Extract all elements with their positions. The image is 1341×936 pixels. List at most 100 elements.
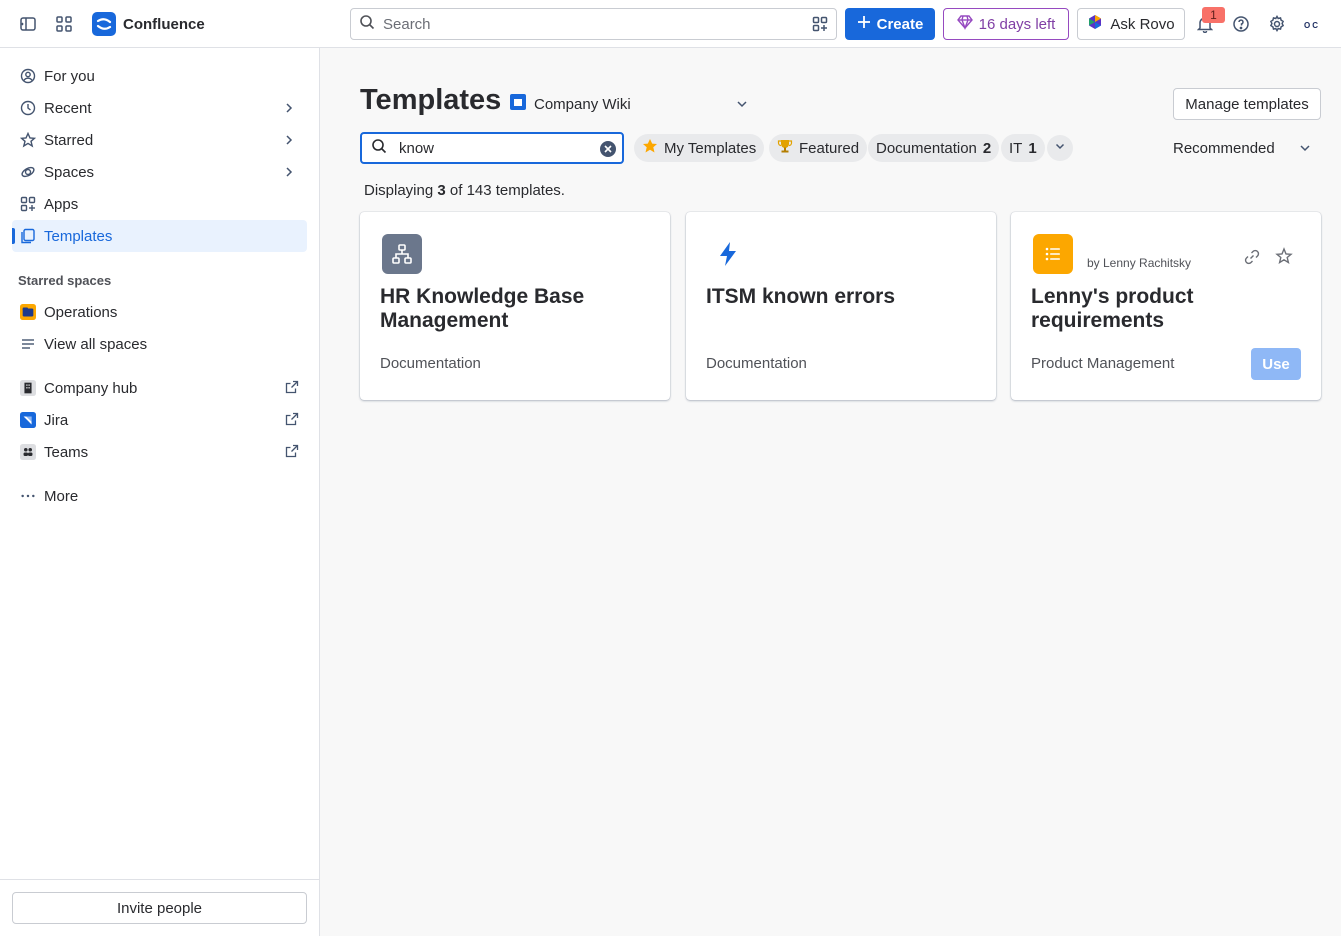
- search-input[interactable]: [383, 15, 783, 33]
- sidebar-item-label: Teams: [44, 443, 89, 461]
- chevron-right-icon[interactable]: [281, 100, 297, 120]
- sidebar-toggle-icon[interactable]: [16, 12, 40, 36]
- sidebar-item-label: Recent: [44, 99, 92, 117]
- sidebar-item-view-all-spaces[interactable]: View all spaces: [12, 328, 307, 360]
- active-indicator: [12, 228, 15, 244]
- confluence-logo[interactable]: Confluence: [92, 12, 205, 36]
- card-category: Documentation: [706, 355, 807, 372]
- card-category: Product Management: [1031, 355, 1175, 372]
- clock-icon: [20, 100, 36, 116]
- operations-space-icon: [20, 304, 36, 320]
- star-icon[interactable]: [1275, 247, 1293, 270]
- external-link-icon: [285, 444, 299, 462]
- star-icon: [20, 132, 36, 148]
- chevron-down-icon: [1297, 140, 1313, 160]
- trial-button[interactable]: 16 days left: [943, 8, 1069, 40]
- lightning-icon: [708, 234, 748, 274]
- template-search-input[interactable]: [399, 139, 589, 157]
- sidebar-item-more[interactable]: More: [12, 480, 307, 512]
- apps-icon: [20, 196, 36, 212]
- sidebar-item-label: View all spaces: [44, 335, 148, 353]
- app-name: Confluence: [123, 15, 205, 33]
- template-search[interactable]: [360, 132, 624, 164]
- search-icon: [359, 14, 375, 35]
- sidebar-item-company-hub[interactable]: Company hub: [12, 372, 307, 404]
- chevron-right-icon[interactable]: [281, 164, 297, 184]
- clear-search-icon[interactable]: [599, 140, 617, 163]
- global-search[interactable]: [350, 8, 837, 40]
- sidebar-item-label: Templates: [44, 227, 113, 245]
- gem-icon: [956, 14, 973, 34]
- search-icon: [371, 138, 387, 159]
- filter-count: 1: [1028, 139, 1037, 157]
- settings-gear-icon[interactable]: [1265, 12, 1289, 36]
- filter-it[interactable]: IT 1: [1001, 134, 1045, 162]
- create-button[interactable]: Create: [845, 8, 935, 40]
- sidebar-item-templates[interactable]: Templates: [12, 220, 307, 252]
- space-name: Company Wiki: [534, 95, 631, 113]
- results-suffix: of 143 templates.: [445, 182, 565, 199]
- card-title: ITSM known errors: [706, 285, 896, 308]
- more-filters-button[interactable]: [1047, 135, 1073, 161]
- template-card-itsm-known-errors[interactable]: ITSM known errors Documentation: [686, 212, 996, 400]
- sidebar-item-teams[interactable]: Teams: [12, 436, 307, 468]
- filter-label: IT: [1009, 139, 1023, 157]
- sidebar-item-spaces[interactable]: Spaces: [12, 156, 307, 188]
- results-prefix: Displaying: [364, 182, 438, 199]
- starred-spaces-heading: Starred spaces: [18, 273, 112, 288]
- space-icon: [510, 94, 526, 114]
- card-author: by Lenny Rachitsky: [1087, 256, 1192, 270]
- page-title: Templates: [360, 84, 502, 116]
- app-switcher-icon[interactable]: [52, 12, 76, 36]
- copy-link-icon[interactable]: [1243, 248, 1261, 271]
- card-title: Lenny's product requirements: [1031, 285, 1194, 332]
- chevron-down-icon: [734, 96, 750, 116]
- company-hub-icon: [20, 380, 36, 396]
- help-icon[interactable]: [1229, 12, 1253, 36]
- sidebar-item-recent[interactable]: Recent: [12, 92, 307, 124]
- template-icon: [20, 228, 36, 244]
- sort-label: Recommended: [1173, 139, 1275, 157]
- divider: [0, 879, 319, 880]
- invite-people-button[interactable]: Invite people: [12, 892, 307, 924]
- qr-scan-icon[interactable]: [812, 16, 828, 37]
- card-category: Documentation: [380, 355, 481, 372]
- more-dots-icon: [20, 488, 36, 504]
- chevron-down-icon: [1053, 139, 1067, 158]
- sidebar-item-jira[interactable]: Jira: [12, 404, 307, 436]
- rovo-icon: [1087, 14, 1103, 34]
- user-avatar[interactable]: OC: [1299, 12, 1325, 38]
- top-navigation-bar: Confluence Create 16 days left Ask Rovo …: [0, 0, 1341, 48]
- trial-label: 16 days left: [978, 15, 1056, 33]
- template-card-lennys-product-requirements[interactable]: by Lenny Rachitsky Lenny's product requi…: [1011, 212, 1321, 400]
- sidebar-item-starred[interactable]: Starred: [12, 124, 307, 156]
- sidebar-item-label: Starred: [44, 131, 94, 149]
- space-selector[interactable]: Company Wiki: [510, 94, 750, 114]
- main-content: Templates Company Wiki Manage templates …: [320, 48, 1341, 936]
- sidebar: For you Recent Starred Spaces Apps Templ…: [0, 48, 320, 936]
- filter-count: 2: [982, 139, 992, 157]
- sidebar-item-operations[interactable]: Operations: [12, 296, 307, 328]
- manage-templates-button[interactable]: Manage templates: [1173, 88, 1321, 120]
- sidebar-item-apps[interactable]: Apps: [12, 188, 307, 220]
- notification-count-badge: 1: [1202, 7, 1225, 23]
- results-shown: 3: [437, 182, 446, 199]
- filter-documentation[interactable]: Documentation 2: [868, 134, 1000, 162]
- filter-my-templates[interactable]: My Templates: [634, 134, 765, 162]
- jira-icon: [20, 412, 36, 428]
- sidebar-item-label: Jira: [44, 411, 69, 429]
- sidebar-item-label: Operations: [44, 303, 118, 321]
- list-icon: [1033, 234, 1073, 274]
- template-card-hr-knowledge-base[interactable]: HR Knowledge Base Management Documentati…: [360, 212, 670, 400]
- trophy-icon: [777, 138, 793, 158]
- sidebar-item-label: For you: [44, 67, 95, 85]
- filter-label: Documentation: [876, 139, 977, 157]
- ask-rovo-button[interactable]: Ask Rovo: [1077, 8, 1185, 40]
- filter-featured[interactable]: Featured: [769, 134, 868, 162]
- chevron-right-icon[interactable]: [281, 132, 297, 152]
- hierarchy-icon: [382, 234, 422, 274]
- sidebar-item-for-you[interactable]: For you: [12, 60, 307, 92]
- sort-dropdown[interactable]: Recommended: [1173, 138, 1313, 158]
- external-link-icon: [285, 412, 299, 430]
- use-template-button[interactable]: Use: [1251, 348, 1301, 380]
